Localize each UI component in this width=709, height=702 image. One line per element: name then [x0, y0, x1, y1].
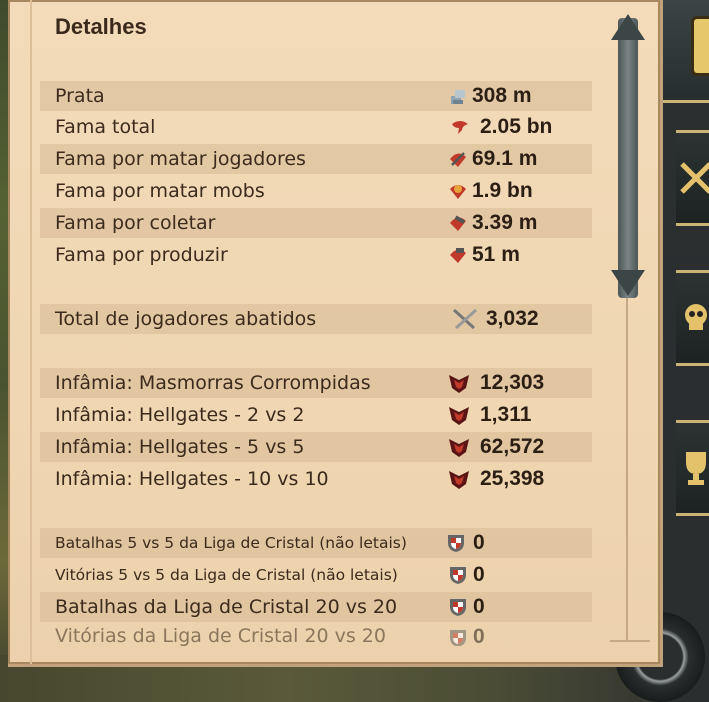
gathering-fame-icon: [448, 213, 468, 233]
crystal-league-shield-icon: [448, 565, 468, 585]
crystal-league-shield-icon: [448, 597, 468, 617]
stat-label: Batalhas da Liga de Cristal 20 vs 20: [55, 596, 398, 618]
stat-label: Infâmia: Hellgates - 2 vs 2: [55, 404, 305, 426]
fame-icon: [450, 117, 470, 137]
crystal-league-shield-icon: [448, 628, 468, 646]
stat-label: Infâmia: Hellgates - 10 vs 10: [55, 468, 329, 490]
stat-value: 1,311: [480, 403, 532, 426]
stat-row-infamy-corrupted: Infâmia: Masmorras Corrompidas 12,303: [40, 368, 592, 398]
trophy-icon: [686, 452, 706, 485]
pve-fame-icon: [448, 181, 468, 201]
stat-value: 0: [473, 625, 485, 646]
crossed-swords-icon: [680, 162, 709, 194]
stat-label: Infâmia: Masmorras Corrompidas: [55, 372, 371, 394]
skull-icon: [685, 304, 707, 330]
stat-label: Fama por produzir: [55, 244, 228, 266]
panel-title: Detalhes: [55, 14, 147, 39]
stat-value: 1.9 bn: [472, 179, 533, 202]
silver-coins-icon: [448, 86, 468, 106]
side-tab-pvp[interactable]: [676, 270, 709, 366]
stat-row-players-killed: Total de jogadores abatidos 3,032: [40, 304, 592, 334]
pvp-fame-icon: [448, 149, 468, 169]
stat-row-total-fame: Fama total 2.05 bn: [40, 112, 592, 142]
stat-row-crafting-fame: Fama por produzir 51 m: [40, 240, 592, 270]
side-tab-combat[interactable]: [676, 130, 709, 226]
stat-row-infamy-hellgate-10v10: Infâmia: Hellgates - 10 vs 10 25,398: [40, 464, 592, 494]
stat-row-crystal-20v20-battles: Batalhas da Liga de Cristal 20 vs 20 0: [40, 592, 592, 622]
stat-row-crystal-5v5-wins: Vitórias 5 vs 5 da Liga de Cristal (não …: [40, 560, 592, 590]
scrollbar-end: [610, 640, 650, 642]
scroll-down-arrow-icon[interactable]: [611, 270, 645, 296]
side-tab-achievements[interactable]: [676, 420, 709, 516]
stat-value: 3.39 m: [472, 211, 538, 234]
stat-label: Prata: [55, 85, 105, 107]
stat-row-silver: Prata 308 m: [40, 81, 592, 111]
stat-label: Vitórias da Liga de Cristal 20 vs 20: [55, 625, 386, 646]
stat-label: Vitórias 5 vs 5 da Liga de Cristal (não …: [55, 566, 398, 584]
infamy-icon: [448, 405, 470, 425]
stat-label: Total de jogadores abatidos: [55, 308, 317, 330]
stat-value: 62,572: [480, 435, 545, 458]
panel-edge: [30, 0, 32, 664]
info-icon: [691, 16, 709, 76]
stat-row-crystal-20v20-wins: Vitórias da Liga de Cristal 20 vs 20 0: [40, 624, 592, 646]
stat-value: 51 m: [472, 243, 520, 266]
scroll-up-arrow-icon[interactable]: [611, 14, 645, 40]
stat-value: 0: [473, 563, 485, 586]
stat-value: 308 m: [472, 84, 532, 107]
crafting-fame-icon: [448, 245, 468, 265]
infamy-icon: [448, 437, 470, 457]
stat-row-infamy-hellgate-5v5: Infâmia: Hellgates - 5 vs 5 62,572: [40, 432, 592, 462]
infamy-icon: [448, 373, 470, 393]
stat-row-pve-fame: Fama por matar mobs 1.9 bn: [40, 176, 592, 206]
stat-label: Infâmia: Hellgates - 5 vs 5: [55, 436, 305, 458]
stat-value: 0: [473, 595, 485, 618]
stat-label: Fama total: [55, 116, 156, 138]
stat-label: Fama por matar jogadores: [55, 148, 306, 170]
stat-row-crystal-5v5-battles: Batalhas 5 vs 5 da Liga de Cristal (não …: [40, 528, 592, 558]
stat-value: 25,398: [480, 467, 545, 490]
stat-label: Fama por coletar: [55, 212, 216, 234]
stat-label: Fama por matar mobs: [55, 180, 265, 202]
infamy-icon: [448, 469, 470, 489]
scrollbar-thumb[interactable]: [618, 18, 638, 298]
stat-label: Batalhas 5 vs 5 da Liga de Cristal (não …: [55, 534, 407, 552]
crossed-swords-icon: [452, 308, 478, 330]
stat-row-infamy-hellgate-2v2: Infâmia: Hellgates - 2 vs 2 1,311: [40, 400, 592, 430]
stat-value: 3,032: [486, 307, 539, 330]
stat-value: 2.05 bn: [480, 115, 553, 138]
stat-row-gathering-fame: Fama por coletar 3.39 m: [40, 208, 592, 238]
stat-value: 0: [473, 531, 485, 554]
stat-value: 69.1 m: [472, 147, 538, 170]
stat-row-pvp-fame: Fama por matar jogadores 69.1 m: [40, 144, 592, 174]
crystal-league-shield-icon: [446, 533, 466, 553]
stat-value: 12,303: [480, 371, 545, 394]
